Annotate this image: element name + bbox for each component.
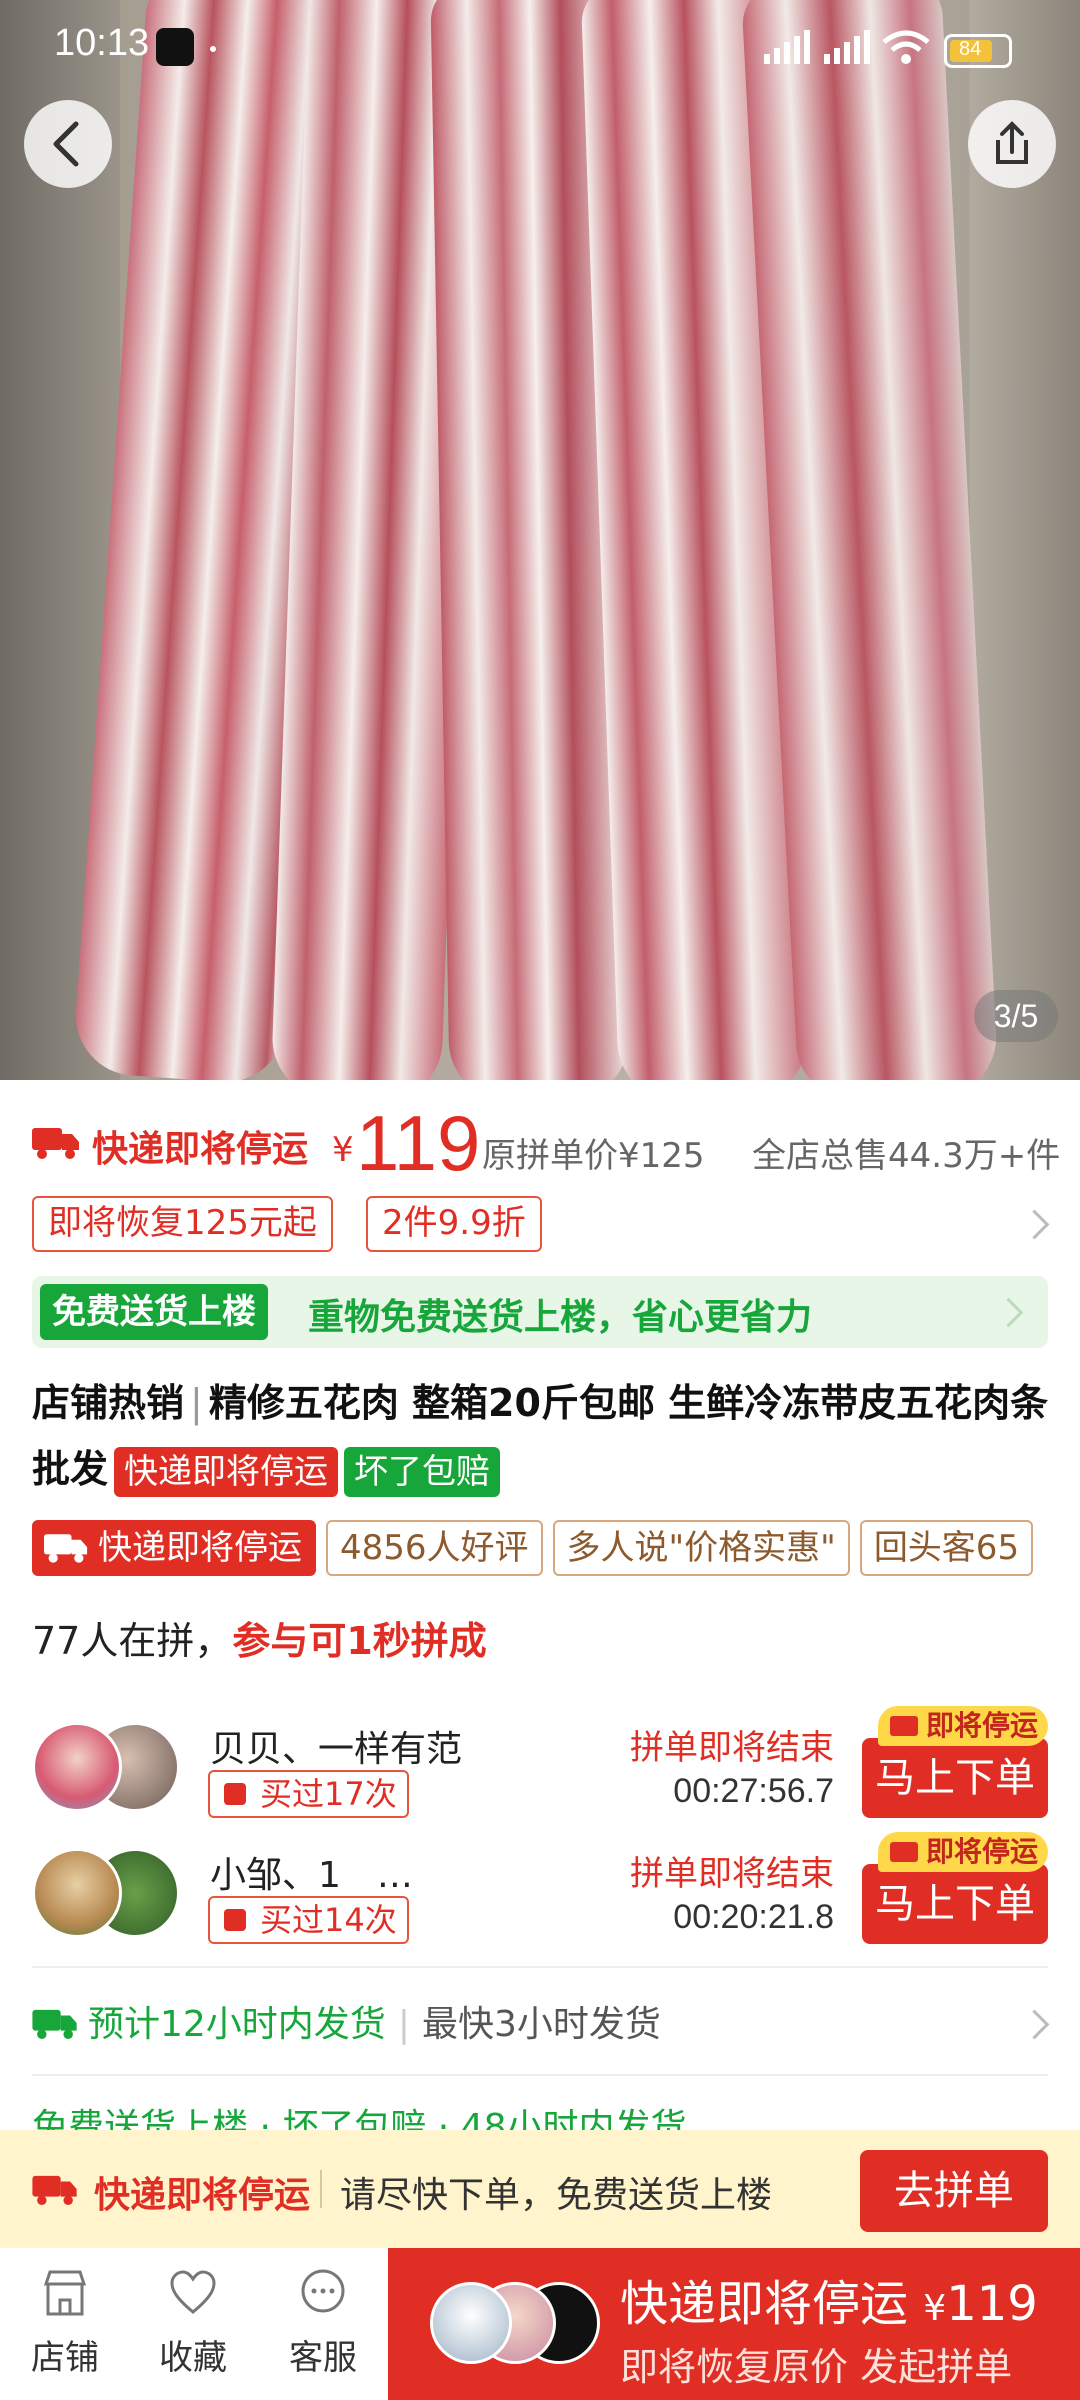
product-image[interactable]: 10:13 84 3/5 <box>0 0 1080 1080</box>
bag-icon <box>224 1783 246 1805</box>
title-separator: | <box>190 1381 203 1425</box>
wifi-icon <box>882 30 930 64</box>
avatar <box>32 1848 122 1938</box>
chat-icon <box>301 2269 345 2313</box>
promo-tag[interactable]: 即将恢复125元起 <box>32 1196 333 1252</box>
stop-tag[interactable]: 快递即将停运 <box>32 1520 316 1576</box>
chevron-right-icon <box>993 1297 1024 1328</box>
store-icon <box>43 2270 87 2316</box>
notice-bar: 快递即将停运 请尽快下单，免费送货上楼 去拼单 <box>0 2130 1080 2248</box>
tiktok-icon <box>156 28 194 66</box>
notice-label: 快递即将停运 <box>94 2175 311 2216</box>
service-button[interactable]: 客服 <box>268 2268 378 2379</box>
stop-notice-label: 快递即将停运 <box>92 1129 309 1170</box>
notice-separator <box>320 2170 322 2208</box>
order-now-button[interactable]: 马上下单 <box>862 1738 1048 1818</box>
avatar <box>32 1722 122 1812</box>
cta-price: 119 <box>946 2276 1038 2332</box>
avatar <box>430 2282 512 2364</box>
notice-message: 请尽快下单，免费送货上楼 <box>340 2175 773 2216</box>
signal-icon <box>764 30 810 64</box>
promo-tag[interactable]: 2件9.9折 <box>366 1196 542 1252</box>
divider <box>32 2074 1048 2076</box>
original-price: 原拼单价¥125 <box>482 1136 705 1176</box>
image-counter: 3/5 <box>974 990 1058 1042</box>
back-button[interactable] <box>24 100 112 188</box>
product-title: 店铺热销 | 精修五花肉 整箱20斤包邮 生鲜冷冻带皮五花肉条 批发 快递即将停运 坏了… <box>32 1370 1052 1502</box>
start-group-button[interactable]: 快递即将停运 ¥119 即将恢复原价 发起拼单 <box>388 2248 1080 2400</box>
cta-line2: 即将恢复原价 发起拼单 <box>620 2345 1013 2389</box>
price-amount: 119 <box>356 1099 481 1187</box>
status-bar: 10:13 84 <box>0 0 1080 100</box>
chevron-left-icon <box>53 121 79 167</box>
group-row: 贝贝、一样有范 买过17次 拼单即将结束 00:27:56.7 马上下单 即将停… <box>32 1706 1048 1820</box>
signal-icon <box>824 30 870 64</box>
bought-count-text: 买过14次 <box>260 1901 397 1939</box>
bought-count-text: 买过17次 <box>260 1775 397 1813</box>
notification-dot-icon <box>210 46 216 52</box>
truck-icon <box>32 2009 77 2040</box>
truck-icon <box>32 1128 79 1159</box>
group-names: 贝贝、一样有范 <box>210 1729 463 1770</box>
review-tag[interactable]: 回头客65 <box>859 1520 1034 1576</box>
group-join-text: 参与可1秒拼成 <box>232 1619 487 1663</box>
truck-icon <box>889 1716 918 1736</box>
chevron-right-icon[interactable] <box>1019 1209 1050 1240</box>
guarantee-chip: 坏了包赔 <box>344 1446 501 1497</box>
price-currency: ¥ <box>332 1130 354 1170</box>
price-row: 快递即将停运 ¥ 119 原拼单价¥125 全店总售44.3万+件 <box>32 1098 1072 1188</box>
stop-badge-text: 即将停运 <box>925 1709 1038 1742</box>
stop-chip: 快递即将停运 <box>114 1446 339 1497</box>
review-tag[interactable]: 4856人好评 <box>326 1520 543 1576</box>
bottom-bar: 店铺 收藏 客服 快递即将停运 ¥119 即将恢复原价 发起拼单 <box>0 2248 1080 2400</box>
free-delivery-text: 重物免费送货上楼，省心更省力 <box>308 1297 813 1338</box>
share-icon <box>996 121 1028 164</box>
shipping-row[interactable]: 预计12小时内发货 | 最快3小时发货 <box>32 1995 661 2047</box>
truck-icon <box>44 1534 88 1563</box>
chevron-right-icon[interactable] <box>1019 2009 1050 2040</box>
heart-icon <box>170 2270 216 2314</box>
go-group-button[interactable]: 去拼单 <box>860 2150 1048 2232</box>
service-label: 客服 <box>289 2338 357 2378</box>
store-button[interactable]: 店铺 <box>10 2268 120 2379</box>
truck-icon <box>32 2175 77 2206</box>
total-sold: 全店总售44.3万+件 <box>752 1136 1061 1176</box>
stop-badge: 即将停运 <box>877 1706 1048 1746</box>
free-delivery-bar[interactable]: 免费送货上楼 重物免费送货上楼，省心更省力 <box>32 1276 1048 1348</box>
store-label: 店铺 <box>31 2338 99 2378</box>
group-count-line: 77人在拼，参与可1秒拼成 <box>32 1610 487 1665</box>
hot-label: 店铺热销 <box>32 1381 185 1425</box>
free-delivery-chip: 免费送货上楼 <box>40 1284 268 1340</box>
bought-count: 买过14次 <box>208 1896 409 1944</box>
tags-row: 快递即将停运 4856人好评 多人说"价格实惠" 回头客65 <box>32 1520 1080 1576</box>
group-ending: 拼单即将结束 <box>630 1854 834 1894</box>
truck-icon <box>889 1842 918 1862</box>
shipping-separator: | <box>397 2004 410 2045</box>
group-names: 小邹、1 … <box>210 1855 413 1896</box>
group-ending: 拼单即将结束 <box>630 1728 834 1768</box>
group-count: 77人在拼， <box>32 1619 233 1663</box>
favorite-label: 收藏 <box>159 2338 227 2378</box>
review-tag[interactable]: 多人说"价格实惠" <box>552 1520 850 1576</box>
stop-tag-label: 快递即将停运 <box>98 1528 302 1568</box>
cta-currency: ¥ <box>923 2288 947 2329</box>
bought-count: 买过17次 <box>208 1770 409 1818</box>
favorite-button[interactable]: 收藏 <box>138 2268 248 2379</box>
shipping-estimate: 预计12小时内发货 <box>88 2004 386 2045</box>
divider <box>32 1966 1048 1968</box>
stop-badge: 即将停运 <box>877 1832 1048 1872</box>
cta-label: 快递即将停运 <box>620 2276 909 2332</box>
status-time: 10:13 <box>54 22 150 64</box>
battery-icon: 84 <box>944 34 1012 68</box>
group-timer: 00:20:21.8 <box>673 1898 834 1936</box>
group-row: 小邹、1 … 买过14次 拼单即将结束 00:20:21.8 马上下单 即将停运 <box>32 1832 1048 1946</box>
order-now-button[interactable]: 马上下单 <box>862 1864 1048 1944</box>
group-timer: 00:27:56.7 <box>673 1772 834 1810</box>
bag-icon <box>224 1909 246 1931</box>
shipping-fastest: 最快3小时发货 <box>421 2004 661 2045</box>
stop-badge-text: 即将停运 <box>925 1835 1038 1868</box>
share-button[interactable] <box>968 100 1056 188</box>
cta-line1: 快递即将停运 ¥119 <box>620 2264 1038 2334</box>
battery-level: 84 <box>959 38 982 60</box>
